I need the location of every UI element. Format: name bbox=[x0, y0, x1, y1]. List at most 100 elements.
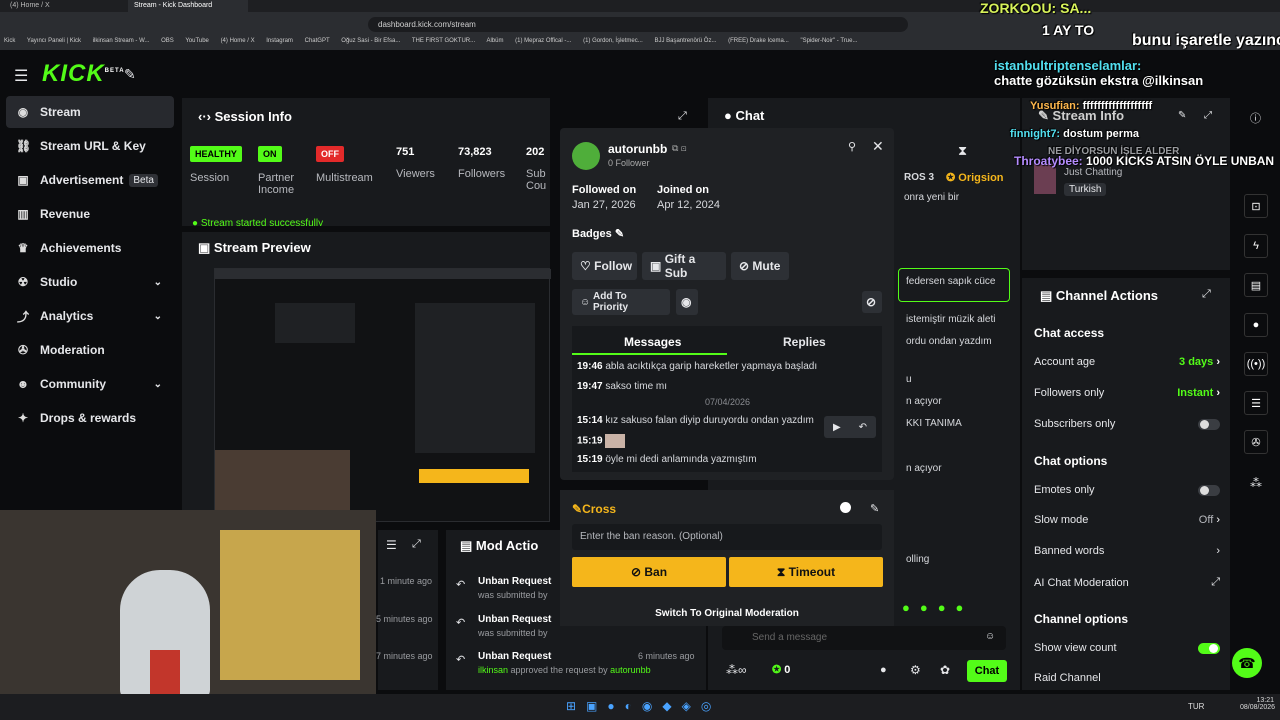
sidebar-item-label: Stream URL & Key bbox=[40, 139, 146, 153]
bookmark[interactable]: YouTube bbox=[185, 38, 209, 44]
expand-icon[interactable]: ⤢ bbox=[1204, 110, 1212, 121]
lightning-icon[interactable]: ϟ bbox=[1244, 234, 1268, 258]
message-icon[interactable]: ● bbox=[880, 664, 887, 676]
taskbar-clock[interactable]: 13:21 08/08/2026 bbox=[1240, 697, 1275, 711]
sidebar-item-achievements[interactable]: ♛ Achievements bbox=[6, 232, 174, 264]
bookmark[interactable]: (FREE) Drake Icema... bbox=[728, 38, 789, 44]
copy-icon[interactable]: ⧉ ⊡ bbox=[672, 143, 687, 154]
bookmark[interactable]: Instagram bbox=[266, 38, 293, 44]
timeout-button[interactable]: ⧗ Timeout bbox=[729, 557, 883, 587]
expand-icon[interactable]: ⤢ bbox=[412, 538, 421, 551]
taskbar-apps[interactable]: ⊞▣●◐◉◆◈◎ bbox=[566, 699, 721, 713]
bookmark[interactable]: (4) Home / X bbox=[221, 38, 255, 44]
bookmark[interactable]: "Spider-Noir" - True... bbox=[801, 38, 858, 44]
browser-tab-kick[interactable]: Stream - Kick Dashboard bbox=[128, 0, 248, 12]
chat-bubble-icon[interactable]: ● bbox=[1244, 313, 1268, 337]
bookmark[interactable]: ChatGPT bbox=[305, 38, 330, 44]
screen-icon[interactable]: ⊡ bbox=[1244, 194, 1268, 218]
subscribers-only-toggle[interactable] bbox=[1198, 418, 1220, 430]
sidebar-item-revenue[interactable]: ▥ Revenue bbox=[6, 198, 174, 230]
show-view-count-toggle[interactable] bbox=[1198, 642, 1220, 654]
sidebar-item-studio[interactable]: ☢ Studio ⌄ bbox=[6, 266, 174, 298]
hourglass-icon[interactable]: ⧗ bbox=[958, 143, 967, 159]
followers-only-row[interactable]: Followers only Instant › bbox=[1034, 387, 1220, 399]
bookmark[interactable]: Oğuz Sasi - Bir Efsa... bbox=[341, 38, 400, 44]
apps-icon[interactable]: ⁂ bbox=[1250, 476, 1262, 490]
sidebar-item-advertisement[interactable]: ▣ Advertisement Beta bbox=[6, 164, 174, 196]
tab-messages[interactable]: Messages bbox=[624, 335, 681, 349]
kick-logo[interactable]: KICKBETA bbox=[42, 60, 125, 88]
ban-reason-input[interactable]: Enter the ban reason. (Optional) bbox=[572, 524, 882, 550]
emotes-only-toggle[interactable] bbox=[1198, 484, 1220, 496]
ban-button[interactable]: ⊘ Ban bbox=[572, 557, 726, 587]
sidebar-item-stream-url[interactable]: ⛓ Stream URL & Key bbox=[6, 130, 174, 162]
document-icon[interactable]: ▤ bbox=[1244, 273, 1268, 297]
bookmark[interactable]: (1) Mepraz Offical -... bbox=[515, 38, 571, 44]
bookmark[interactable]: BJJ Başantrenörü Öz... bbox=[654, 38, 716, 44]
emoji-icon[interactable]: ☺ bbox=[985, 631, 995, 642]
ban-icon[interactable]: ⊘ bbox=[862, 291, 882, 313]
sidebar-item-moderation[interactable]: ✇ Moderation bbox=[6, 334, 174, 366]
row-value: Instant bbox=[1177, 387, 1214, 399]
reply-icon[interactable]: ↶ bbox=[859, 422, 867, 433]
category-name[interactable]: Just Chatting bbox=[1064, 167, 1122, 178]
stream-status-msg: ● Stream started successfully bbox=[192, 218, 323, 226]
close-icon[interactable]: ✕ bbox=[872, 138, 884, 155]
mute-button[interactable]: ⊘ Mute bbox=[731, 252, 789, 280]
chat-input[interactable]: Send a message bbox=[722, 626, 1006, 650]
sidebar-item-community[interactable]: ☻ Community ⌄ bbox=[6, 368, 174, 400]
gear-icon[interactable]: ⚙ bbox=[910, 663, 921, 677]
expand-icon[interactable]: ⤢ bbox=[1202, 288, 1211, 301]
add-priority-button[interactable]: ☺ Add To Priority bbox=[572, 289, 670, 315]
follow-button[interactable]: ♡ Follow bbox=[572, 252, 637, 280]
address-input[interactable]: dashboard.kick.com/stream bbox=[368, 17, 908, 32]
bookmark[interactable]: Kick bbox=[4, 38, 15, 44]
slow-mode-row[interactable]: Slow mode Off › bbox=[1034, 514, 1220, 526]
chat-access-heading: Chat access bbox=[1034, 326, 1105, 340]
broadcast-icon[interactable]: ((•)) bbox=[1244, 352, 1268, 376]
emote-icon[interactable]: ✿ bbox=[940, 663, 950, 677]
browser-tab-x[interactable]: (4) Home / X bbox=[4, 0, 124, 12]
bookmark[interactable]: (1) Gordon, İşletmec... bbox=[583, 38, 643, 44]
mod-item-title[interactable]: Unban Request bbox=[478, 614, 551, 625]
account-age-row[interactable]: Account age 3 days › bbox=[1034, 356, 1220, 368]
gift-sub-button[interactable]: ▣ Gift a Sub bbox=[642, 252, 726, 280]
edit-icon[interactable]: ✎ bbox=[870, 502, 879, 515]
pin-icon[interactable]: ⚲ bbox=[848, 140, 856, 153]
wrench-icon[interactable]: ✇ bbox=[1244, 430, 1268, 454]
edit-icon[interactable]: ✎ bbox=[1178, 110, 1186, 121]
badges-label: Badges bbox=[572, 228, 612, 240]
switch-moderation-link[interactable]: Switch To Original Moderation bbox=[560, 608, 894, 619]
taskbar-language[interactable]: TUR bbox=[1188, 702, 1204, 711]
edit-icon[interactable]: ✎ bbox=[615, 228, 624, 240]
mod-user[interactable]: autorunbb bbox=[610, 665, 651, 675]
bookmark[interactable]: Albüm bbox=[486, 38, 503, 44]
sidebar-item-drops[interactable]: ✦ Drops & rewards bbox=[6, 402, 174, 434]
infinity-icon[interactable]: ⁂∞ bbox=[726, 663, 747, 677]
eye-icon[interactable]: ◉ bbox=[676, 289, 698, 315]
mod-item-title[interactable]: Unban Request bbox=[478, 651, 551, 662]
bookmark[interactable]: THE FIRST GOKTUR... bbox=[412, 38, 475, 44]
play-icon[interactable]: ▶ bbox=[833, 422, 841, 433]
pin-icon[interactable]: ✎ bbox=[124, 66, 136, 83]
raid-channel-row[interactable]: Raid Channel bbox=[1034, 672, 1220, 684]
bookmark[interactable]: ilkinsan Stream - W... bbox=[93, 38, 150, 44]
menu-icon[interactable]: ☰ bbox=[14, 66, 28, 86]
bookmark[interactable]: OBS bbox=[161, 38, 174, 44]
sidebar-item-analytics[interactable]: ⤴ Analytics ⌄ bbox=[6, 300, 174, 332]
filter-icon[interactable]: ☰ bbox=[386, 538, 397, 552]
help-icon[interactable]: ☎ bbox=[1232, 648, 1262, 678]
emote-bar[interactable]: ●●●● bbox=[902, 600, 1012, 616]
mod-item-title[interactable]: Unban Request bbox=[478, 576, 551, 587]
list-icon[interactable]: ☰ bbox=[1244, 391, 1268, 415]
banned-words-row[interactable]: Banned words › bbox=[1034, 545, 1220, 557]
sidebar-item-stream[interactable]: ◉ Stream bbox=[6, 96, 174, 128]
info-icon[interactable]: ⓘ bbox=[1250, 110, 1261, 126]
popup-username[interactable]: autorunbb bbox=[608, 142, 667, 156]
tab-replies[interactable]: Replies bbox=[783, 335, 826, 349]
bookmark[interactable]: Yayıncı Paneli | Kick bbox=[27, 38, 81, 44]
send-chat-button[interactable]: Chat bbox=[967, 660, 1007, 682]
expand-icon[interactable]: ⤢ bbox=[678, 110, 687, 123]
ai-moderation-row[interactable]: AI Chat Moderation ⤢ bbox=[1034, 576, 1220, 589]
mod-user[interactable]: ilkinsan bbox=[478, 665, 508, 675]
